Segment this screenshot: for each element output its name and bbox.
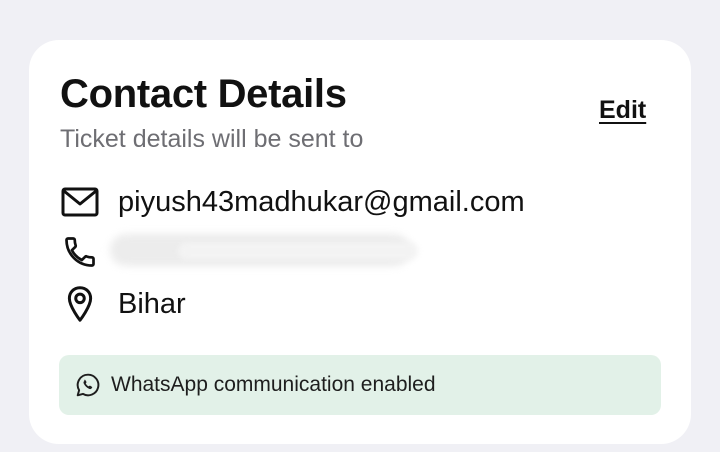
whatsapp-icon xyxy=(73,370,103,400)
phone-icon xyxy=(60,232,100,272)
contact-details-card: Contact Details Ticket details will be s… xyxy=(29,40,691,444)
edit-link[interactable]: Edit xyxy=(599,95,646,125)
email-value: piyush43madhukar@gmail.com xyxy=(118,186,525,218)
card-title: Contact Details xyxy=(60,72,347,116)
whatsapp-status-banner: WhatsApp communication enabled xyxy=(59,355,661,415)
mail-icon xyxy=(60,182,100,222)
whatsapp-status-label: WhatsApp communication enabled xyxy=(111,373,436,396)
email-row: piyush43madhukar@gmail.com xyxy=(60,182,525,222)
phone-row xyxy=(60,232,418,272)
location-value: Bihar xyxy=(118,288,186,320)
card-subtitle: Ticket details will be sent to xyxy=(60,125,364,153)
location-pin-icon xyxy=(60,284,100,324)
location-row: Bihar xyxy=(60,284,186,324)
redaction-blur xyxy=(178,242,418,260)
phone-value-redacted xyxy=(110,232,418,272)
